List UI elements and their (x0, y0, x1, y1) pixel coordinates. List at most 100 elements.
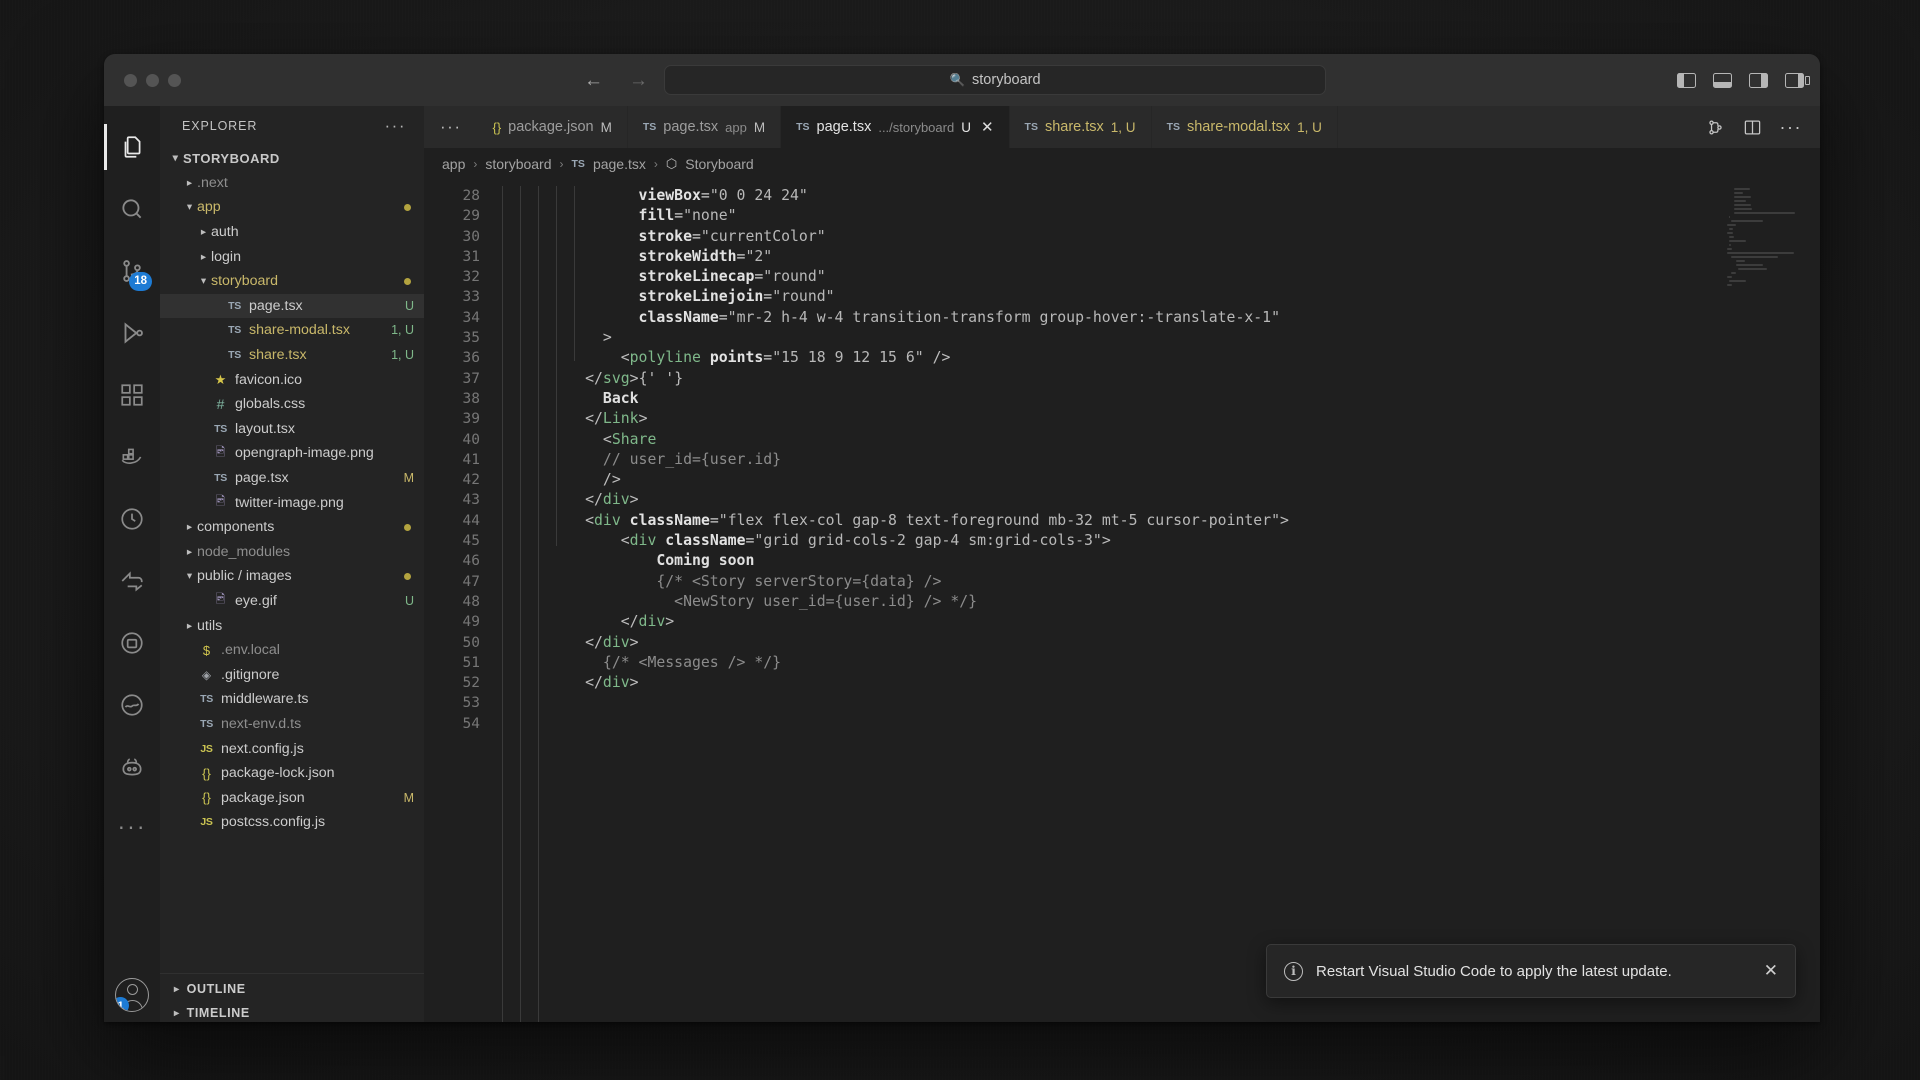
tree-item[interactable]: ▸ node_modules (160, 540, 424, 565)
tree-item[interactable]: ▸ utils (160, 613, 424, 638)
chevron-down-icon: ▾ (186, 201, 193, 214)
tree-item[interactable]: ◈ .gitignore (160, 662, 424, 687)
code-token: {/* <Messages /> */} (602, 653, 782, 671)
tree-item[interactable]: 🖻 eye.gif U (160, 589, 424, 614)
editor-more-actions-icon[interactable]: ··· (1780, 117, 1802, 138)
file-tree[interactable]: ▾ STORYBOARD ▸ .next ▾ app ▸ auth ▸ login ▾ story… (160, 146, 424, 973)
editor-tab[interactable]: TS share-modal.tsx 1, U (1152, 106, 1338, 148)
tree-item[interactable]: {} package-lock.json (160, 761, 424, 786)
breadcrumb-item[interactable]: storyboard (485, 156, 551, 172)
tree-item[interactable]: ▾ storyboard (160, 269, 424, 294)
tab-overflow-icon[interactable]: ··· (424, 106, 477, 148)
minimize-window-button[interactable] (146, 73, 159, 87)
minimap[interactable] (1710, 180, 1820, 1022)
code-token: </ (585, 410, 603, 428)
editor-tab[interactable]: TS share.tsx 1, U (1010, 106, 1152, 148)
code-token: "round" (763, 268, 826, 286)
breadcrumb[interactable]: app › storyboard › TS page.tsx › ⬡ Storyboard (424, 148, 1820, 180)
close-window-button[interactable] (124, 73, 137, 87)
toggle-secondary-sidebar-icon[interactable] (1749, 72, 1768, 88)
code-content[interactable]: viewBox="0 0 24 24" fill="none" stroke="… (496, 180, 1820, 1022)
sidebar-item-test[interactable] (104, 488, 160, 550)
chevron-right-icon: ▸ (200, 226, 207, 239)
code-line: </div> (496, 612, 1820, 632)
editor-tab[interactable]: {} package.json M (477, 106, 628, 148)
tree-item[interactable]: TS next-env.d.ts (160, 712, 424, 737)
editor-tab[interactable]: TS page.tsx app M (628, 106, 782, 148)
search-icon (122, 199, 142, 219)
explorer-more-actions-icon[interactable]: ··· (385, 116, 406, 136)
maximize-window-button[interactable] (168, 73, 181, 87)
sidebar-item-extensions[interactable] (104, 364, 160, 426)
close-icon[interactable]: ✕ (1764, 961, 1778, 981)
command-center[interactable]: 🔍 storyboard (664, 65, 1326, 95)
go-forward-icon[interactable]: → (629, 71, 648, 90)
sidebar-item-search[interactable] (104, 178, 160, 240)
sidebar-item-supabase[interactable] (104, 674, 160, 736)
code-editor[interactable]: 28 29 30 31 32 33 34 35 36 37 38 39 40 41 42 43 44 45 46 47… (424, 180, 1820, 1022)
tree-item[interactable]: JS postcss.config.js (160, 810, 424, 835)
search-icon: 🔍 (949, 72, 966, 87)
breadcrumb-item[interactable]: app (442, 156, 465, 172)
sidebar-item-docker[interactable] (104, 426, 160, 488)
tree-item[interactable]: TS page.tsx U (160, 293, 424, 319)
toggle-primary-sidebar-icon[interactable] (1677, 72, 1696, 88)
code-token: = (763, 288, 773, 306)
code-token: = (718, 308, 728, 326)
sidebar-item-explorer[interactable] (104, 116, 160, 178)
activity-bar-more-icon[interactable]: ··· (118, 798, 147, 854)
tree-item-label: components (197, 519, 275, 536)
tree-item[interactable]: ▸ .next (160, 171, 424, 196)
tree-item[interactable]: ▸ components (160, 515, 424, 540)
traffic-lights[interactable] (118, 73, 181, 87)
code-token: /> (602, 471, 621, 489)
sidebar-item-remote[interactable] (104, 550, 160, 612)
sidebar-item-run-and-debug[interactable] (104, 302, 160, 364)
command-center-text: storyboard (972, 72, 1041, 88)
tree-item[interactable]: 🖻 opengraph-image.png (160, 441, 424, 466)
tree-item[interactable]: TS middleware.ts (160, 687, 424, 712)
tree-item[interactable]: ▸ auth (160, 220, 424, 245)
tree-item[interactable]: ▾ app (160, 195, 424, 220)
editor-tab-label: share.tsx (1044, 119, 1104, 135)
source-control-graph-icon[interactable] (1706, 118, 1725, 137)
breadcrumb-item[interactable]: page.tsx (593, 156, 646, 172)
css-file-icon: # (216, 396, 225, 413)
tree-item-label: opengraph-image.png (235, 445, 374, 462)
tree-item[interactable]: ▾ public / images (160, 564, 424, 589)
customize-layout-icon[interactable] (1785, 72, 1810, 88)
code-token: viewBox (638, 187, 701, 204)
sidebar-item-database[interactable] (104, 612, 160, 674)
code-line: Coming soon (496, 551, 1820, 571)
tree-item[interactable]: TS share.tsx 1, U (160, 343, 424, 368)
code-token: div (638, 613, 666, 631)
editor-tab[interactable]: TS page.tsx .../storyboard U ✕ (781, 106, 1010, 148)
split-editor-icon[interactable] (1743, 118, 1762, 137)
notification-toast[interactable]: i Restart Visual Studio Code to apply th… (1266, 944, 1796, 998)
sidebar-item-source-control[interactable]: 18 (104, 240, 160, 302)
tree-item[interactable]: ★ favicon.ico (160, 367, 424, 392)
editor-tabs[interactable]: ··· {} package.json M TS page.tsx app M TS page.… (424, 106, 1820, 148)
tree-item-label: page.tsx (249, 297, 303, 314)
chevron-right-icon: ▸ (186, 619, 193, 632)
tree-item[interactable]: # globals.css (160, 392, 424, 417)
tree-item[interactable]: JS next.config.js (160, 736, 424, 761)
section-timeline[interactable]: ▸ TIMELINE (160, 1004, 424, 1022)
close-icon[interactable]: ✕ (981, 118, 994, 136)
go-back-icon[interactable]: ← (584, 71, 603, 90)
section-outline[interactable]: ▸ OUTLINE (160, 974, 424, 1004)
chevron-right-icon: ▸ (174, 1007, 180, 1019)
tree-root[interactable]: ▾ STORYBOARD (160, 146, 424, 171)
tree-item[interactable]: {} package.json M (160, 785, 424, 810)
tree-item[interactable]: ▸ login (160, 244, 424, 269)
minimap-line (1727, 276, 1733, 278)
tree-item[interactable]: TS share-modal.tsx 1, U (160, 318, 424, 343)
sidebar-item-copilot[interactable] (104, 736, 160, 798)
tree-item[interactable]: TS page.tsx M (160, 466, 424, 491)
toggle-panel-icon[interactable] (1713, 72, 1732, 88)
tree-item[interactable]: 🖻 twitter-image.png (160, 490, 424, 515)
tree-item[interactable]: $ .env.local (160, 638, 424, 663)
breadcrumb-item[interactable]: Storyboard (685, 156, 753, 172)
tree-item[interactable]: TS layout.tsx (160, 417, 424, 442)
accounts-icon[interactable]: 1 (115, 978, 149, 1012)
